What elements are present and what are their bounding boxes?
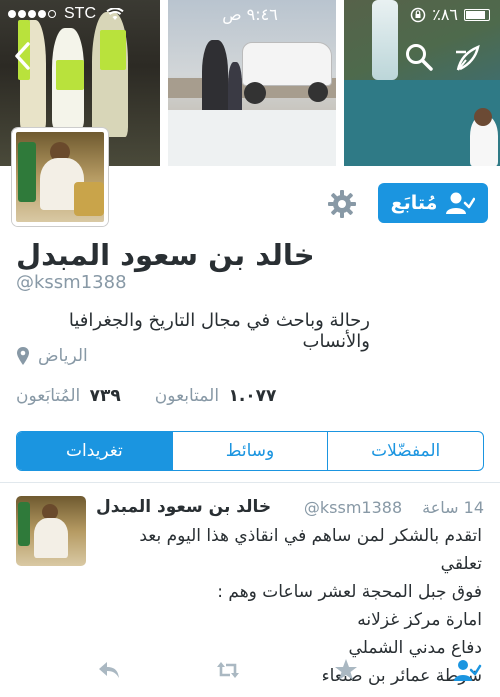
tab-media[interactable]: وسائط	[171, 432, 328, 470]
following-button[interactable]: مُتابَع	[378, 183, 488, 223]
retweet-icon[interactable]	[215, 657, 241, 683]
back-chevron-icon[interactable]	[8, 38, 38, 74]
battery-percent: ٪٨٦	[432, 5, 458, 24]
followers-count: ١.٠٧٧	[228, 386, 277, 406]
favorite-star-icon[interactable]	[333, 657, 359, 683]
location-pin-icon	[17, 347, 29, 365]
profile-handle: @kssm1388	[16, 272, 127, 293]
tab-favorites[interactable]: المفضّلات	[327, 432, 483, 470]
tweet-actions	[96, 656, 482, 684]
user-check-icon	[446, 192, 476, 214]
following-label: مُتابَع	[390, 192, 438, 214]
tweet-timestamp: 14 ساعة	[422, 497, 484, 517]
battery-indicator: ٪٨٦	[410, 5, 490, 24]
followers-stat[interactable]: ١.٠٧٧ المتابعون	[155, 386, 277, 406]
tweet-author-handle: @kssm1388	[303, 497, 403, 517]
following-stat-label: المُتابَعون	[16, 386, 81, 406]
status-bar: STC ٩:٤٦ ص ٪٨٦	[0, 0, 500, 28]
profile-location: الرياض	[16, 346, 88, 366]
settings-gear-icon[interactable]	[326, 188, 358, 220]
tweet-avatar[interactable]	[16, 496, 86, 566]
tweet-author-name[interactable]: خالد بن سعود المبدل	[96, 497, 271, 517]
compose-icon[interactable]	[452, 42, 484, 74]
search-icon[interactable]	[404, 42, 434, 72]
tab-tweets[interactable]: تغريدات	[17, 432, 172, 470]
reply-icon[interactable]	[96, 657, 122, 683]
following-count: ٧٣٩	[89, 386, 121, 406]
following-stat[interactable]: ٧٣٩ المُتابَعون	[16, 386, 121, 406]
profile-stats: ٧٣٩ المُتابَعون ١.٠٧٧ المتابعون	[16, 386, 276, 406]
rotation-lock-icon	[410, 7, 426, 22]
followers-stat-label: المتابعون	[154, 386, 220, 406]
profile-name: خالد بن سعود المبدل	[16, 238, 315, 272]
profile-avatar[interactable]	[12, 128, 108, 226]
location-text: الرياض	[38, 346, 88, 366]
battery-icon	[464, 8, 490, 21]
follow-user-icon[interactable]	[452, 657, 482, 683]
tweet-header: خالد بن سعود المبدل @kssm1388 14 ساعة	[96, 497, 484, 517]
profile-tabs: تغريدات وسائط المفضّلات	[16, 431, 484, 471]
section-divider	[0, 482, 500, 483]
